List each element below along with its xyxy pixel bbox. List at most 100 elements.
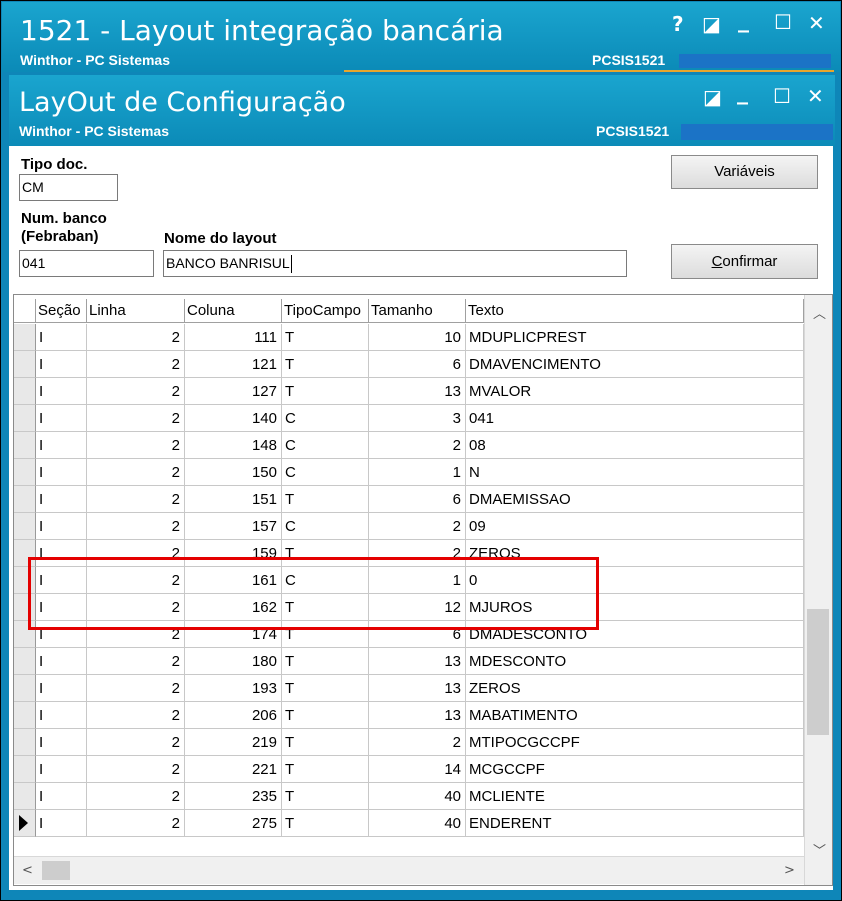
row-indicator[interactable]: [14, 540, 36, 567]
cell-secao[interactable]: I: [36, 675, 87, 702]
window-maximize-icon[interactable]: ☐: [773, 84, 791, 108]
cell-texto[interactable]: MDUPLICPREST: [466, 324, 804, 351]
cell-coluna[interactable]: 151: [185, 486, 282, 513]
table-row[interactable]: I 2 111 T 10 MDUPLICPREST: [14, 324, 804, 351]
vertical-scroll-thumb[interactable]: [807, 609, 829, 735]
cell-tamanho[interactable]: 40: [369, 810, 466, 837]
cell-coluna[interactable]: 161: [185, 567, 282, 594]
col-header-tipocampo[interactable]: TipoCampo: [282, 299, 369, 323]
cell-linha[interactable]: 2: [87, 648, 185, 675]
table-row[interactable]: I 2 159 T 2 ZEROS: [14, 540, 804, 567]
horizontal-scroll-thumb[interactable]: [42, 861, 70, 880]
row-indicator[interactable]: [14, 675, 36, 702]
cell-tipocampo[interactable]: T: [282, 324, 369, 351]
row-indicator[interactable]: [14, 594, 36, 621]
table-row[interactable]: I 2 151 T 6 DMAEMISSAO: [14, 486, 804, 513]
cell-tipocampo[interactable]: T: [282, 594, 369, 621]
table-row[interactable]: I 2 180 T 13 MDESCONTO: [14, 648, 804, 675]
cell-secao[interactable]: I: [36, 810, 87, 837]
cell-texto[interactable]: MABATIMENTO: [466, 702, 804, 729]
cell-texto[interactable]: MCLIENTE: [466, 783, 804, 810]
cell-linha[interactable]: 2: [87, 675, 185, 702]
cell-tipocampo[interactable]: T: [282, 648, 369, 675]
cell-tamanho[interactable]: 3: [369, 405, 466, 432]
scroll-right-icon[interactable]: >: [784, 863, 795, 878]
row-indicator[interactable]: [14, 702, 36, 729]
cell-secao[interactable]: I: [36, 432, 87, 459]
cell-texto[interactable]: DMAEMISSAO: [466, 486, 804, 513]
cell-tamanho[interactable]: 13: [369, 675, 466, 702]
cell-linha[interactable]: 2: [87, 594, 185, 621]
cell-texto[interactable]: MDESCONTO: [466, 648, 804, 675]
cell-coluna[interactable]: 235: [185, 783, 282, 810]
cell-tamanho[interactable]: 1: [369, 459, 466, 486]
row-indicator[interactable]: [14, 729, 36, 756]
cell-tamanho[interactable]: 13: [369, 378, 466, 405]
cell-secao[interactable]: I: [36, 459, 87, 486]
cell-linha[interactable]: 2: [87, 729, 185, 756]
cell-coluna[interactable]: 159: [185, 540, 282, 567]
row-indicator[interactable]: [14, 432, 36, 459]
table-row[interactable]: I 2 275 T 40 ENDERENT: [14, 810, 804, 837]
table-row[interactable]: I 2 121 T 6 DMAVENCIMENTO: [14, 351, 804, 378]
cell-coluna[interactable]: 111: [185, 324, 282, 351]
table-row[interactable]: I 2 148 C 2 08: [14, 432, 804, 459]
table-row[interactable]: I 2 150 C 1 N: [14, 459, 804, 486]
row-indicator[interactable]: [14, 324, 36, 351]
cell-coluna[interactable]: 174: [185, 621, 282, 648]
table-row[interactable]: I 2 219 T 2 MTIPOCGCCPF: [14, 729, 804, 756]
cell-tamanho[interactable]: 13: [369, 702, 466, 729]
table-row[interactable]: I 2 162 T 12 MJUROS: [14, 594, 804, 621]
cell-linha[interactable]: 2: [87, 432, 185, 459]
cell-tamanho[interactable]: 14: [369, 756, 466, 783]
cell-coluna[interactable]: 275: [185, 810, 282, 837]
cell-linha[interactable]: 2: [87, 756, 185, 783]
window-close-icon[interactable]: ✕: [807, 84, 824, 108]
cell-tamanho[interactable]: 2: [369, 432, 466, 459]
cell-linha[interactable]: 2: [87, 324, 185, 351]
cell-secao[interactable]: I: [36, 594, 87, 621]
table-row[interactable]: I 2 193 T 13 ZEROS: [14, 675, 804, 702]
window-minimize-icon[interactable]: _: [737, 80, 748, 105]
cell-texto[interactable]: ZEROS: [466, 675, 804, 702]
cell-linha[interactable]: 2: [87, 405, 185, 432]
table-row[interactable]: I 2 174 T 6 DMADESCONTO: [14, 621, 804, 648]
cell-tipocampo[interactable]: C: [282, 513, 369, 540]
cell-tamanho[interactable]: 2: [369, 513, 466, 540]
row-indicator[interactable]: [14, 405, 36, 432]
cell-linha[interactable]: 2: [87, 567, 185, 594]
cell-secao[interactable]: I: [36, 729, 87, 756]
restore-icon[interactable]: ◪: [702, 12, 721, 36]
table-row[interactable]: I 2 206 T 13 MABATIMENTO: [14, 702, 804, 729]
cell-linha[interactable]: 2: [87, 486, 185, 513]
cell-tipocampo[interactable]: T: [282, 540, 369, 567]
nome-layout-field[interactable]: BANCO BANRISUL: [163, 250, 627, 277]
cell-tipocampo[interactable]: T: [282, 702, 369, 729]
cell-coluna[interactable]: 219: [185, 729, 282, 756]
cell-coluna[interactable]: 127: [185, 378, 282, 405]
cell-tipocampo[interactable]: T: [282, 810, 369, 837]
cell-secao[interactable]: I: [36, 621, 87, 648]
cell-linha[interactable]: 2: [87, 351, 185, 378]
cell-coluna[interactable]: 221: [185, 756, 282, 783]
cell-tamanho[interactable]: 40: [369, 783, 466, 810]
cell-texto[interactable]: MTIPOCGCCPF: [466, 729, 804, 756]
cell-texto[interactable]: 0: [466, 567, 804, 594]
cell-tamanho[interactable]: 10: [369, 324, 466, 351]
cell-linha[interactable]: 2: [87, 621, 185, 648]
row-indicator[interactable]: [14, 810, 36, 837]
cell-tipocampo[interactable]: T: [282, 621, 369, 648]
cell-coluna[interactable]: 180: [185, 648, 282, 675]
cell-tipocampo[interactable]: T: [282, 351, 369, 378]
cell-tipocampo[interactable]: C: [282, 405, 369, 432]
cell-tamanho[interactable]: 13: [369, 648, 466, 675]
cell-texto[interactable]: MVALOR: [466, 378, 804, 405]
cell-texto[interactable]: MCGCCPF: [466, 756, 804, 783]
cell-linha[interactable]: 2: [87, 540, 185, 567]
cell-linha[interactable]: 2: [87, 810, 185, 837]
table-row[interactable]: I 2 221 T 14 MCGCCPF: [14, 756, 804, 783]
cell-linha[interactable]: 2: [87, 702, 185, 729]
maximize-icon[interactable]: ☐: [774, 10, 792, 34]
table-row[interactable]: I 2 140 C 3 041: [14, 405, 804, 432]
col-header-texto[interactable]: Texto: [466, 299, 804, 323]
